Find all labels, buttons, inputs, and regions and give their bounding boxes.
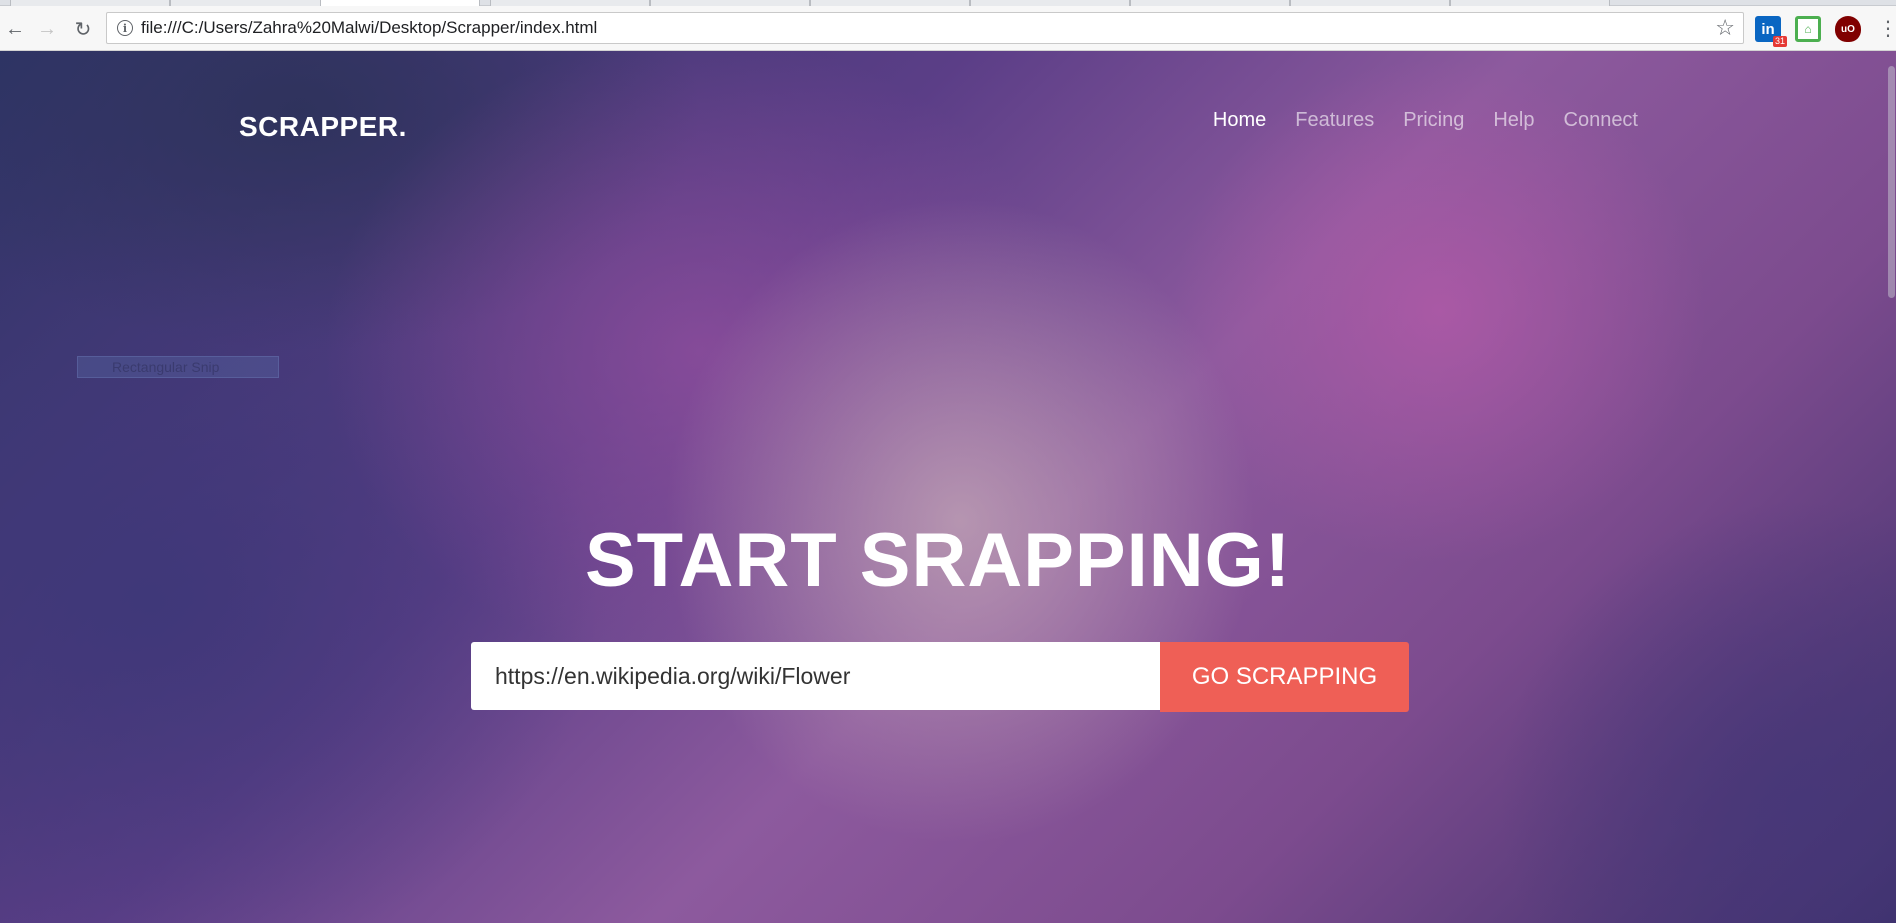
browser-menu-icon[interactable]: ⋮ [1878, 16, 1896, 42]
linkedin-extension-icon[interactable]: in 31 [1755, 16, 1787, 47]
ublock-extension-icon[interactable]: uO [1835, 16, 1861, 42]
notification-badge: 31 [1772, 36, 1787, 47]
url-input[interactable] [471, 642, 1160, 710]
nav-pricing[interactable]: Pricing [1403, 109, 1464, 132]
scrollbar-thumb[interactable] [1888, 66, 1895, 298]
info-icon[interactable]: i [117, 20, 133, 36]
site-logo[interactable]: SCRAPPER. [239, 111, 407, 143]
hero-title: START SRAPPING! [584, 518, 1292, 603]
main-nav: Home Features Pricing Help Connect [1213, 109, 1638, 132]
address-bar-url[interactable]: file:///C:/Users/Zahra%20Malwi/Desktop/S… [141, 18, 1715, 38]
bookmark-star-icon[interactable]: ☆ [1715, 15, 1735, 41]
ublock-extension-label: uO [1841, 23, 1855, 35]
forward-arrow-icon[interactable]: → [32, 14, 62, 44]
nav-connect[interactable]: Connect [1564, 109, 1639, 132]
browser-toolbar: ← → ↻ i file:///C:/Users/Zahra%20Malwi/D… [0, 6, 1896, 51]
nav-help[interactable]: Help [1493, 109, 1534, 132]
green-extension-label: ⌂ [1804, 22, 1812, 36]
linkedin-extension-label: in [1761, 20, 1775, 38]
back-arrow-icon[interactable]: ← [0, 14, 30, 44]
scrape-form: GO SCRAPPING [471, 642, 1409, 712]
hero-section: SCRAPPER. Home Features Pricing Help Con… [0, 51, 1896, 923]
ghost-snip-overlay: Rectangular Snip [77, 356, 279, 378]
page-scrollbar[interactable] [1886, 51, 1896, 923]
address-bar[interactable]: i file:///C:/Users/Zahra%20Malwi/Desktop… [106, 12, 1744, 44]
nav-features[interactable]: Features [1295, 109, 1374, 132]
reload-icon[interactable]: ↻ [68, 14, 98, 44]
go-scrapping-button[interactable]: GO SCRAPPING [1160, 642, 1409, 712]
nav-home[interactable]: Home [1213, 109, 1266, 132]
green-extension-icon[interactable]: ⌂ [1795, 16, 1821, 42]
